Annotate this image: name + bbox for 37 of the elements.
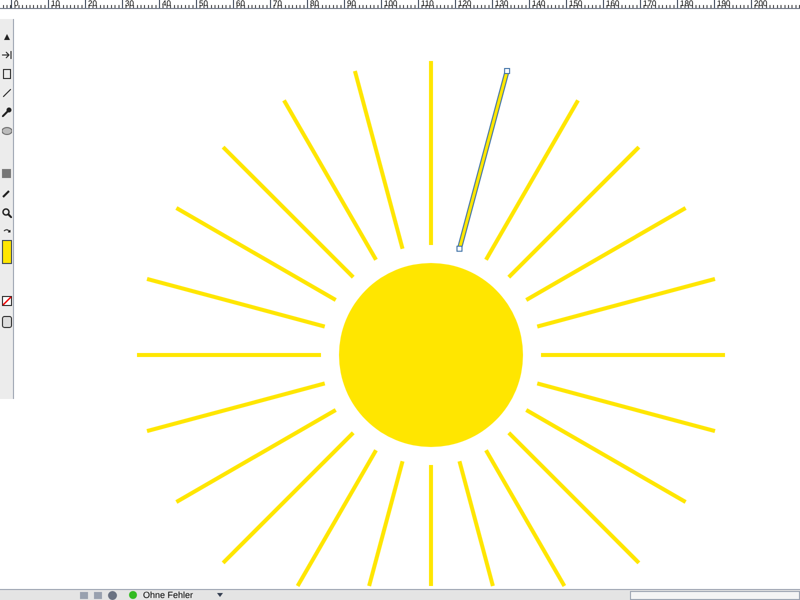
ruler-label: 120 <box>455 0 492 8</box>
ruler-label: 160 <box>603 0 640 8</box>
ruler-label: 200 <box>751 0 788 8</box>
status-text: Ohne Fehler <box>143 590 194 600</box>
gradient-tool-icon[interactable] <box>2 169 11 178</box>
document-tool-icon[interactable] <box>2 69 10 79</box>
eyedropper-tool-icon[interactable] <box>2 188 12 198</box>
line-tool-icon[interactable] <box>2 89 10 97</box>
ruler-label: 100 <box>381 0 418 8</box>
ruler-label: 60 <box>233 0 270 8</box>
ruler-label: 50 <box>196 0 233 8</box>
ruler-label: 190 <box>714 0 751 8</box>
ruler-label: 90 <box>344 0 381 8</box>
ruler-label: 110 <box>418 0 455 8</box>
ruler-label: 180 <box>677 0 714 8</box>
ruler-label: 10 <box>48 0 85 8</box>
ruler-label: 20 <box>85 0 122 8</box>
ruler-label: 140 <box>529 0 566 8</box>
ruler-label: 80 <box>307 0 344 8</box>
caret-icon[interactable] <box>217 593 224 597</box>
ruler-label: 0 <box>11 0 48 8</box>
ruler-label: 40 <box>159 0 196 8</box>
ruler-label: 70 <box>270 0 307 8</box>
ruler-label: 170 <box>640 0 677 8</box>
ruler-label: 30 <box>122 0 159 8</box>
fill-color-swatch[interactable] <box>2 240 12 264</box>
ellipse-tool-icon[interactable] <box>2 127 12 135</box>
selection-tool-icon[interactable] <box>2 33 10 41</box>
screen-mode-icon[interactable] <box>2 316 12 328</box>
pen-tool-icon[interactable] <box>2 107 12 117</box>
zoom-tool-icon[interactable] <box>2 208 12 218</box>
no-color-icon[interactable] <box>2 296 12 306</box>
sun-ray[interactable] <box>456 68 510 252</box>
arrow-tool-icon[interactable] <box>2 51 12 59</box>
scrollbar[interactable] <box>630 590 800 600</box>
ruler-label: 150 <box>566 0 603 8</box>
ruler-label: 130 <box>492 0 529 8</box>
